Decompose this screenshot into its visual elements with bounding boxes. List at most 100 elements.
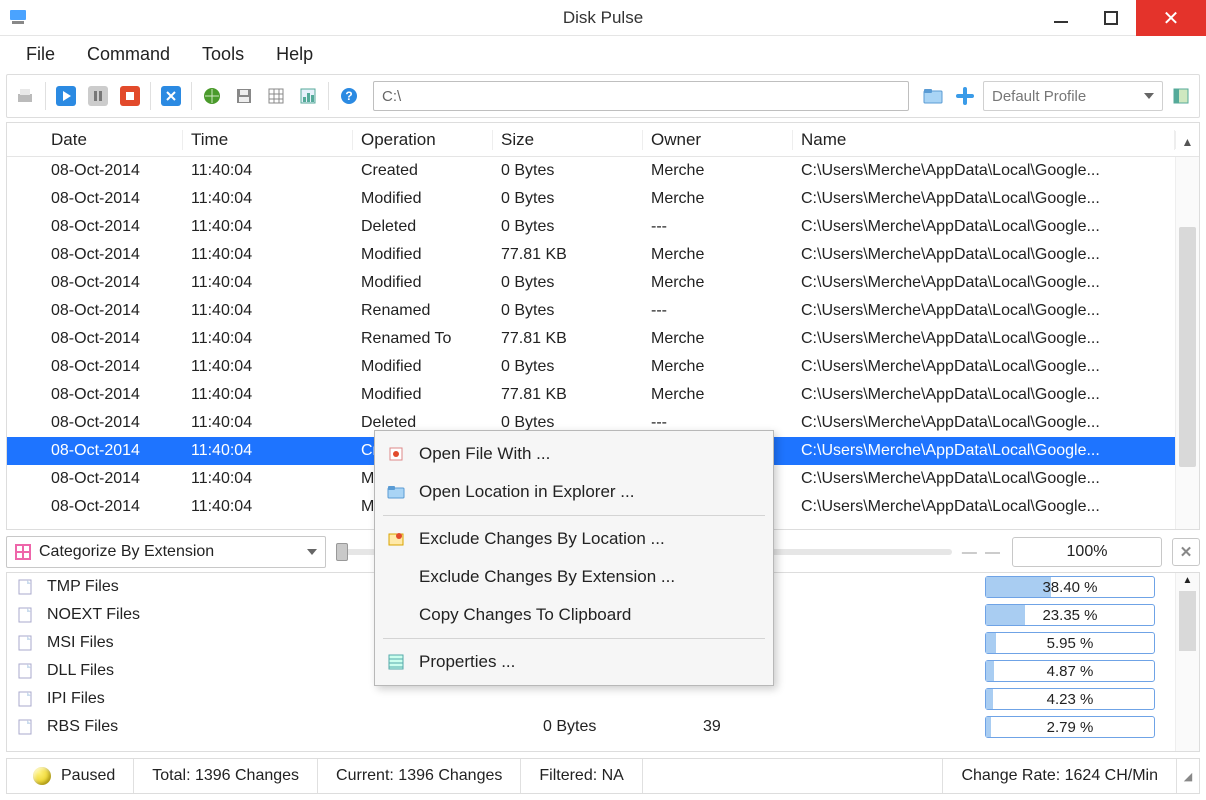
cell-operation: Modified [353, 358, 493, 376]
context-menu: Open File With ... Open Location in Expl… [374, 430, 774, 686]
cell-size: 0 Bytes [493, 162, 643, 180]
cell-name: C:\Users\Merche\AppData\Local\Google... [793, 498, 1199, 516]
cell-owner: --- [643, 302, 793, 320]
menubar: File Command Tools Help [0, 36, 1206, 72]
folder-icon[interactable] [919, 82, 947, 110]
cell-name: C:\Users\Merche\AppData\Local\Google... [793, 470, 1199, 488]
table-row[interactable]: 08-Oct-201411:40:04Created0 BytesMercheC… [7, 157, 1199, 185]
globe-icon[interactable] [198, 82, 226, 110]
ctx-open-location[interactable]: Open Location in Explorer ... [377, 473, 771, 511]
scroll-up-icon[interactable]: ▲ [1175, 131, 1199, 149]
status-state: Paused [7, 759, 134, 793]
percent-bar: 4.23 % [985, 688, 1155, 710]
save-icon[interactable] [230, 82, 258, 110]
categorize-close-button[interactable]: ✕ [1172, 538, 1200, 566]
cell-date: 08-Oct-2014 [43, 386, 183, 404]
cell-size: 0 Bytes [493, 274, 643, 292]
table-row[interactable]: 08-Oct-201411:40:04Renamed0 Bytes---C:\U… [7, 297, 1199, 325]
ctx-exclude-location[interactable]: Exclude Changes By Location ... [377, 520, 771, 558]
menu-help[interactable]: Help [260, 38, 329, 71]
table-row[interactable]: 08-Oct-201411:40:04Modified0 BytesMerche… [7, 269, 1199, 297]
ctx-properties[interactable]: Properties ... [377, 643, 771, 681]
categorize-selector[interactable]: Categorize By Extension [6, 536, 326, 568]
clear-icon[interactable] [157, 82, 185, 110]
maximize-button[interactable] [1086, 0, 1136, 36]
menu-command[interactable]: Command [71, 38, 186, 71]
cell-operation: Created [353, 162, 493, 180]
close-button[interactable]: ✕ [1136, 0, 1206, 36]
toolbar: ? C:\ Default Profile [6, 74, 1200, 118]
cell-time: 11:40:04 [183, 470, 353, 488]
profile-selector[interactable]: Default Profile [983, 81, 1163, 111]
ctx-exclude-extension[interactable]: Exclude Changes By Extension ... [377, 558, 771, 596]
header-time[interactable]: Time [183, 130, 353, 150]
cell-time: 11:40:04 [183, 162, 353, 180]
menu-tools[interactable]: Tools [186, 38, 260, 71]
cell-name: C:\Users\Merche\AppData\Local\Google... [793, 162, 1199, 180]
cat-size: 0 Bytes [543, 718, 703, 736]
category-scrollbar[interactable]: ▲ [1175, 573, 1199, 751]
list-item[interactable]: RBS Files0 Bytes392.79 % [7, 713, 1175, 741]
cell-time: 11:40:04 [183, 358, 353, 376]
cell-time: 11:40:04 [183, 386, 353, 404]
panel-icon[interactable] [1167, 82, 1195, 110]
cell-date: 08-Oct-2014 [43, 470, 183, 488]
cat-label: RBS Files [43, 718, 543, 736]
file-icon [7, 663, 43, 679]
svg-text:?: ? [345, 89, 352, 103]
cell-name: C:\Users\Merche\AppData\Local\Google... [793, 414, 1199, 432]
address-bar[interactable]: C:\ [373, 81, 909, 111]
header-owner[interactable]: Owner [643, 130, 793, 150]
cell-name: C:\Users\Merche\AppData\Local\Google... [793, 246, 1199, 264]
header-size[interactable]: Size [493, 130, 643, 150]
chevron-down-icon [1144, 93, 1154, 99]
cell-name: C:\Users\Merche\AppData\Local\Google... [793, 274, 1199, 292]
grid-icon[interactable] [262, 82, 290, 110]
table-row[interactable]: 08-Oct-201411:40:04Modified0 BytesMerche… [7, 185, 1199, 213]
header-date[interactable]: Date [43, 130, 183, 150]
titlebar: Disk Pulse ✕ [0, 0, 1206, 36]
status-total: Total: 1396 Changes [134, 759, 318, 793]
file-icon [7, 719, 43, 735]
cell-owner: Merche [643, 386, 793, 404]
statusbar: Paused Total: 1396 Changes Current: 1396… [6, 758, 1200, 794]
add-icon[interactable] [951, 82, 979, 110]
properties-icon [385, 654, 407, 670]
minimize-button[interactable] [1036, 0, 1086, 36]
cell-time: 11:40:04 [183, 274, 353, 292]
percent-bar: 5.95 % [985, 632, 1155, 654]
categorize-percent: 100% [1012, 537, 1162, 567]
file-icon [7, 635, 43, 651]
header-name[interactable]: Name [793, 130, 1175, 150]
table-row[interactable]: 08-Oct-201411:40:04Modified77.81 KBMerch… [7, 241, 1199, 269]
cell-operation: Renamed [353, 302, 493, 320]
percent-bar: 4.87 % [985, 660, 1155, 682]
file-icon [7, 691, 43, 707]
grid-scrollbar[interactable] [1175, 157, 1199, 529]
cell-time: 11:40:04 [183, 498, 353, 516]
table-row[interactable]: 08-Oct-201411:40:04Modified0 BytesMerche… [7, 353, 1199, 381]
stop-icon[interactable] [116, 82, 144, 110]
play-icon[interactable] [52, 82, 80, 110]
exclude-location-icon [385, 531, 407, 547]
pause-icon[interactable] [84, 82, 112, 110]
ctx-copy-clipboard[interactable]: Copy Changes To Clipboard [377, 596, 771, 634]
menu-file[interactable]: File [10, 38, 71, 71]
cell-operation: Modified [353, 246, 493, 264]
table-row[interactable]: 08-Oct-201411:40:04Deleted0 Bytes---C:\U… [7, 213, 1199, 241]
print-icon[interactable] [11, 82, 39, 110]
cell-time: 11:40:04 [183, 442, 353, 460]
chart-icon[interactable] [294, 82, 322, 110]
ctx-open-file[interactable]: Open File With ... [377, 435, 771, 473]
table-row[interactable]: 08-Oct-201411:40:04Renamed To77.81 KBMer… [7, 325, 1199, 353]
table-row[interactable]: 08-Oct-201411:40:04Modified77.81 KBMerch… [7, 381, 1199, 409]
header-operation[interactable]: Operation [353, 130, 493, 150]
list-item[interactable]: IPI Files4.23 % [7, 685, 1175, 713]
cell-date: 08-Oct-2014 [43, 358, 183, 376]
percent-bar: 23.35 % [985, 604, 1155, 626]
cell-date: 08-Oct-2014 [43, 414, 183, 432]
help-icon[interactable]: ? [335, 82, 363, 110]
cell-size: 0 Bytes [493, 302, 643, 320]
cell-date: 08-Oct-2014 [43, 442, 183, 460]
cell-time: 11:40:04 [183, 218, 353, 236]
